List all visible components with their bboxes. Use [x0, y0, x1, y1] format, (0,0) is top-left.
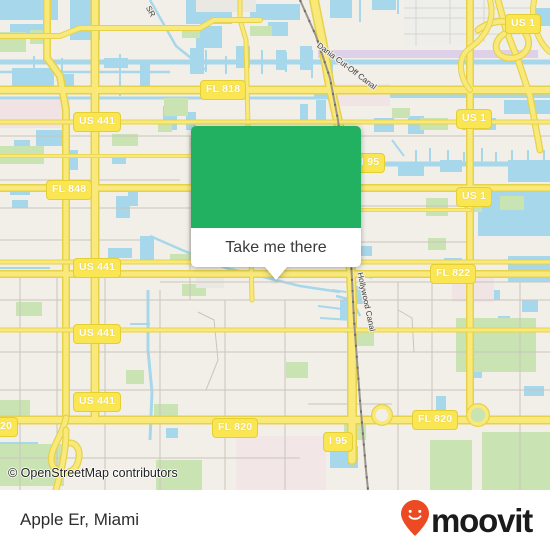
callout-image-placeholder — [191, 126, 361, 228]
location-callout[interactable]: Take me there — [191, 126, 361, 280]
moovit-brand: moovit — [400, 499, 533, 542]
road-shield: US 441 — [73, 112, 122, 132]
take-me-there-button[interactable]: Take me there — [191, 228, 361, 267]
screenshot-root: US 1 FL 818 US 441 US 1 I 95 FL 848 US 1 US 441… — [0, 0, 550, 550]
map-canvas[interactable]: US 1 FL 818 US 441 US 1 I 95 FL 848 US 1 US 441… — [0, 0, 550, 490]
moovit-pin-icon — [400, 499, 430, 542]
moovit-wordmark: moovit — [431, 501, 533, 539]
callout-pointer-tail — [265, 267, 287, 280]
road-shield: FL 820 — [412, 410, 459, 430]
road-shield: US 1 — [505, 14, 542, 34]
map-attribution[interactable]: © OpenStreetMap contributors — [8, 466, 178, 480]
road-shield: FL 818 — [200, 80, 247, 100]
road-shield: 820 — [0, 417, 19, 437]
road-shield: FL 848 — [46, 180, 93, 200]
road-shield: US 1 — [456, 187, 493, 207]
road-shield: US 441 — [73, 324, 122, 344]
road-shield: US 441 — [73, 392, 122, 412]
road-shield: I 95 — [323, 432, 354, 452]
footer-bar: Apple Er, Miami moovit — [0, 490, 550, 550]
road-shield: US 441 — [73, 258, 122, 278]
road-shield: US 1 — [456, 109, 493, 129]
location-title: Apple Er, Miami — [20, 510, 140, 529]
road-shield: FL 822 — [430, 264, 477, 284]
road-shield: FL 820 — [212, 418, 259, 438]
